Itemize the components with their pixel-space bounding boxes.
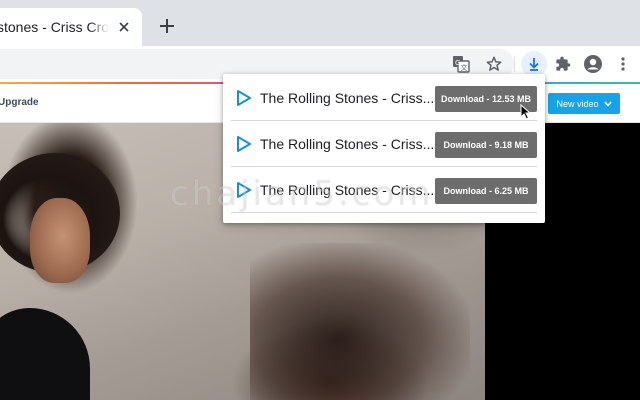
play-icon[interactable]	[236, 135, 252, 153]
download-item-title: The Rolling Stones - Criss...	[260, 90, 435, 106]
tab-title: stones - Criss Cros	[0, 19, 109, 35]
download-item: The Rolling Stones - Criss... Download -…	[223, 120, 545, 166]
video-frame-shirt	[0, 308, 90, 400]
new-video-label: New video	[556, 98, 599, 109]
menu-icon[interactable]	[610, 51, 636, 77]
active-tab[interactable]: stones - Criss Cros	[0, 8, 142, 46]
browser-window: stones - Criss Cros G 文 Upgrade New vide…	[0, 0, 640, 400]
puzzle-icon[interactable]	[550, 51, 576, 77]
download-button[interactable]: Download - 6.25 MB	[435, 178, 537, 204]
profile-icon[interactable]	[580, 51, 606, 77]
play-icon[interactable]	[236, 89, 252, 107]
watermark: chajian5.com	[170, 174, 434, 214]
toolbar-divider	[514, 56, 515, 72]
video-frame-figure	[250, 243, 470, 400]
svg-text:文: 文	[461, 63, 468, 72]
close-icon[interactable]	[114, 17, 134, 37]
upgrade-link[interactable]: Upgrade	[0, 97, 39, 108]
chevron-down-icon	[603, 101, 612, 107]
new-video-button[interactable]: New video	[548, 93, 620, 114]
plus-icon[interactable]	[154, 13, 180, 39]
tab-strip: stones - Criss Cros	[0, 0, 640, 46]
mouse-cursor-icon	[520, 104, 532, 120]
download-item-title: The Rolling Stones - Criss...	[260, 136, 435, 152]
download-button[interactable]: Download - 9.18 MB	[435, 132, 537, 158]
video-frame-face	[30, 198, 90, 283]
download-item: The Rolling Stones - Criss... Download -…	[223, 74, 545, 120]
